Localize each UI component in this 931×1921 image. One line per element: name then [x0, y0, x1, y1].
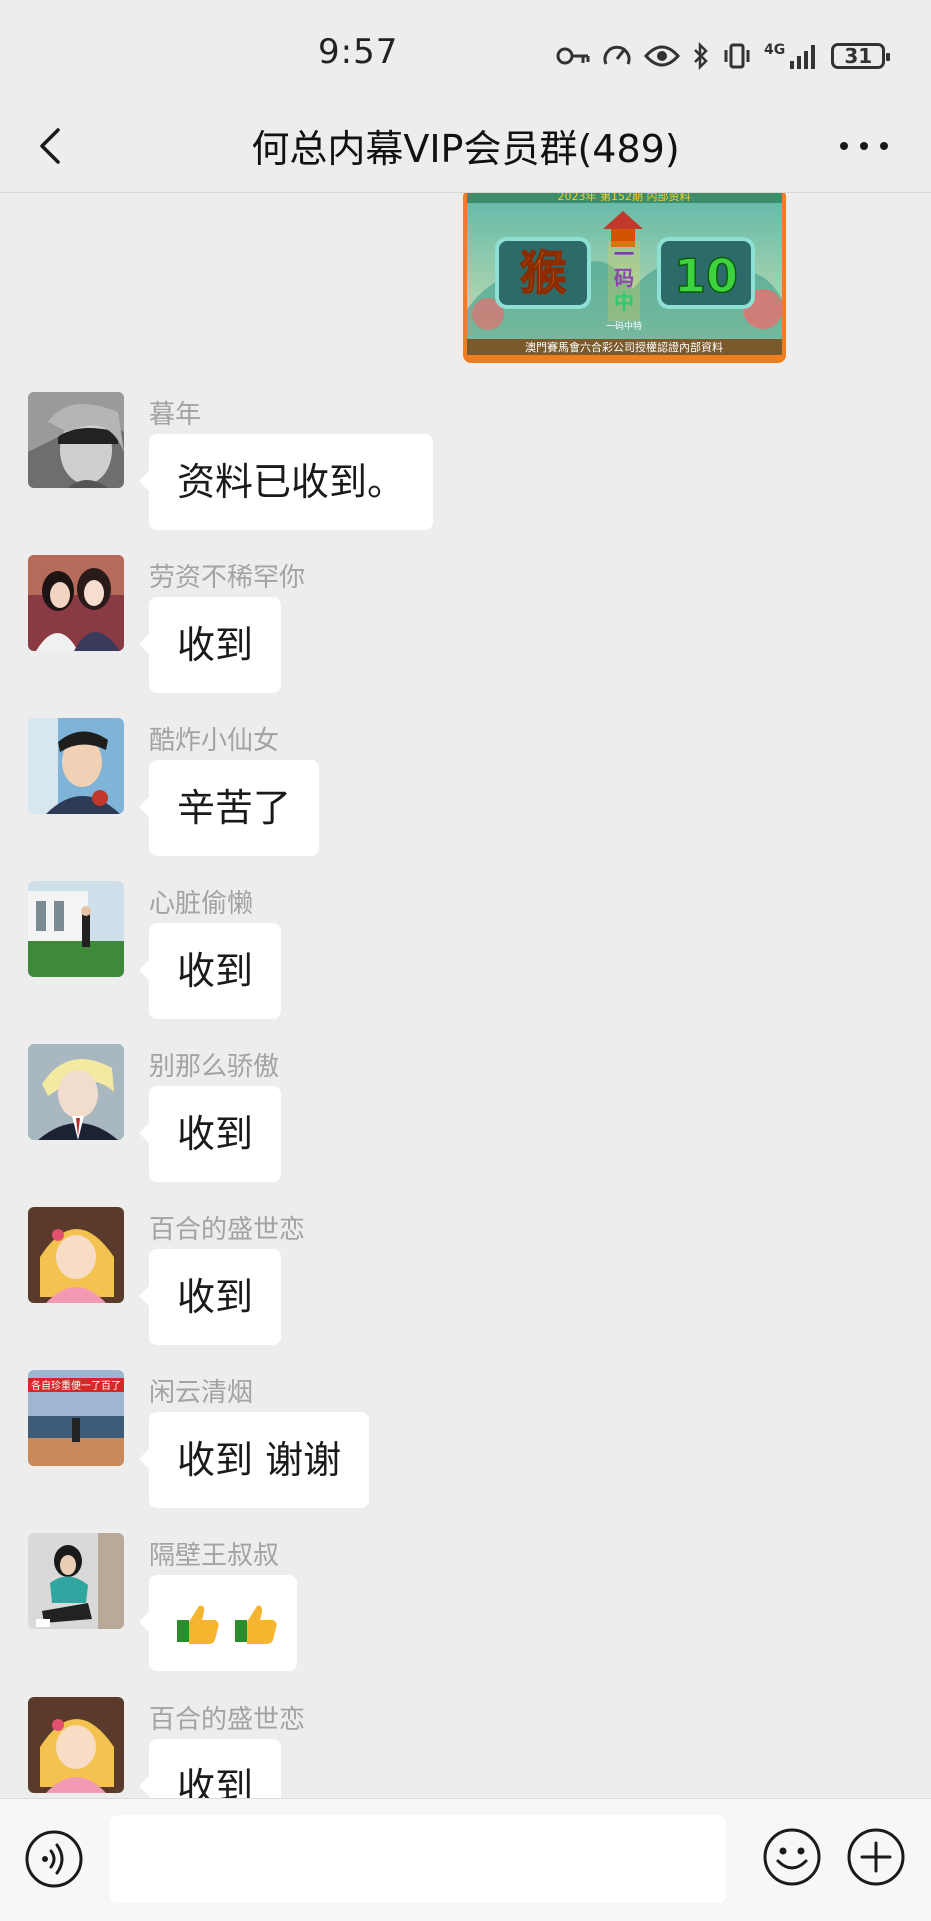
message-item: 各自珍重便一了百了 闲云清烟 收到 谢谢 — [0, 1370, 931, 1530]
network-indicator: 4G — [764, 43, 819, 69]
thumbs-up-icon — [235, 1605, 277, 1644]
sender-name: 心脏偷懒 — [149, 889, 254, 919]
input-bar — [0, 1798, 931, 1921]
eye-icon — [644, 45, 680, 67]
emoji-icon[interactable] — [762, 1827, 822, 1887]
message-bubble[interactable]: 收到 — [138, 1249, 282, 1345]
battery-level: 31 — [844, 44, 873, 68]
key-icon — [556, 47, 590, 65]
clock: 9:57 — [318, 32, 399, 72]
vibrate-icon — [724, 43, 750, 69]
sender-name: 闲云清烟 — [149, 1378, 254, 1408]
avatar[interactable] — [28, 1697, 124, 1793]
lottery-image: 2023年 第152期 内部资料 猴 10 一码中特 一 码 中 澳門賽馬會六合… — [463, 193, 786, 363]
avatar[interactable] — [28, 1044, 124, 1140]
avatar[interactable]: 各自珍重便一了百了 — [28, 1370, 124, 1466]
svg-text:一: 一 — [614, 242, 634, 266]
svg-text:中: 中 — [614, 290, 634, 314]
sender-name: 酷炸小仙女 — [149, 726, 280, 756]
message-bubble[interactable] — [139, 1575, 297, 1671]
message-bubble[interactable]: 辛苦了 — [138, 760, 320, 856]
message-bubble[interactable]: 收到 — [138, 597, 282, 693]
avatar[interactable] — [28, 1533, 124, 1629]
message-item: 百合的盛世恋 收到 — [0, 1207, 931, 1367]
voice-icon[interactable] — [24, 1829, 84, 1889]
message-item: 别那么骄傲 收到 — [0, 1044, 931, 1204]
network-type: 4G — [764, 42, 786, 58]
status-bar: 9:57 4G 31 — [0, 0, 931, 100]
message-bubble[interactable]: 资料已收到。 — [138, 434, 434, 530]
message-bubble[interactable]: 收到 谢谢 — [138, 1412, 370, 1508]
battery-icon: 31 — [831, 43, 891, 69]
image-middle-label: 一码中特 — [606, 320, 642, 332]
bluetooth-icon — [694, 42, 708, 70]
avatar-banner-text: 各自珍重便一了百了 — [31, 1379, 121, 1392]
plus-icon[interactable] — [846, 1827, 906, 1887]
avatar[interactable] — [28, 718, 124, 814]
sender-name: 百合的盛世恋 — [149, 1705, 306, 1735]
message-input[interactable] — [110, 1815, 726, 1903]
avatar[interactable] — [28, 392, 124, 488]
message-item: 心脏偷懒 收到 — [0, 881, 931, 1041]
sender-name: 劳资不稀罕你 — [149, 563, 306, 593]
avatar[interactable] — [28, 1207, 124, 1303]
svg-text:码: 码 — [614, 266, 634, 290]
more-options-icon[interactable] — [836, 122, 892, 170]
sender-name: 隔壁王叔叔 — [149, 1541, 280, 1571]
image-message[interactable]: 2023年 第152期 内部资料 猴 10 一码中特 一 码 中 澳門賽馬會六合… — [463, 193, 786, 363]
chat-header: 何总内幕VIP会员群(489) — [0, 100, 931, 193]
sender-name: 百合的盛世恋 — [149, 1215, 306, 1245]
message-bubble[interactable]: 收到 — [138, 1739, 282, 1798]
sender-name: 暮年 — [149, 400, 202, 430]
message-bubble[interactable]: 收到 — [138, 1086, 282, 1182]
message-item: 酷炸小仙女 辛苦了 — [0, 718, 931, 878]
message-item: 隔壁王叔叔 — [0, 1533, 931, 1693]
message-item: 暮年 资料已收到。 — [0, 392, 931, 552]
signal-icon — [790, 45, 816, 69]
message-list[interactable]: 2023年 第152期 内部资料 猴 10 一码中特 一 码 中 澳門賽馬會六合… — [0, 193, 931, 1798]
speedometer-icon — [603, 45, 631, 65]
message-bubble[interactable]: 收到 — [138, 923, 282, 1019]
image-number: 10 — [674, 249, 738, 303]
image-top-text: 2023年 第152期 内部资料 — [558, 193, 691, 203]
message-item: 百合的盛世恋 收到 — [0, 1697, 931, 1798]
sender-name: 别那么骄傲 — [149, 1052, 280, 1082]
thumbs-up-icon — [177, 1605, 219, 1644]
status-icons: 4G 31 — [556, 36, 891, 76]
avatar[interactable] — [28, 555, 124, 651]
message-item: 劳资不稀罕你 收到 — [0, 555, 931, 715]
image-zodiac-char: 猴 — [520, 246, 566, 300]
chat-title: 何总内幕VIP会员群(489) — [251, 127, 680, 171]
image-bottom-text: 澳門賽馬會六合彩公司授權認證內部資料 — [525, 340, 723, 354]
avatar[interactable] — [28, 881, 124, 977]
